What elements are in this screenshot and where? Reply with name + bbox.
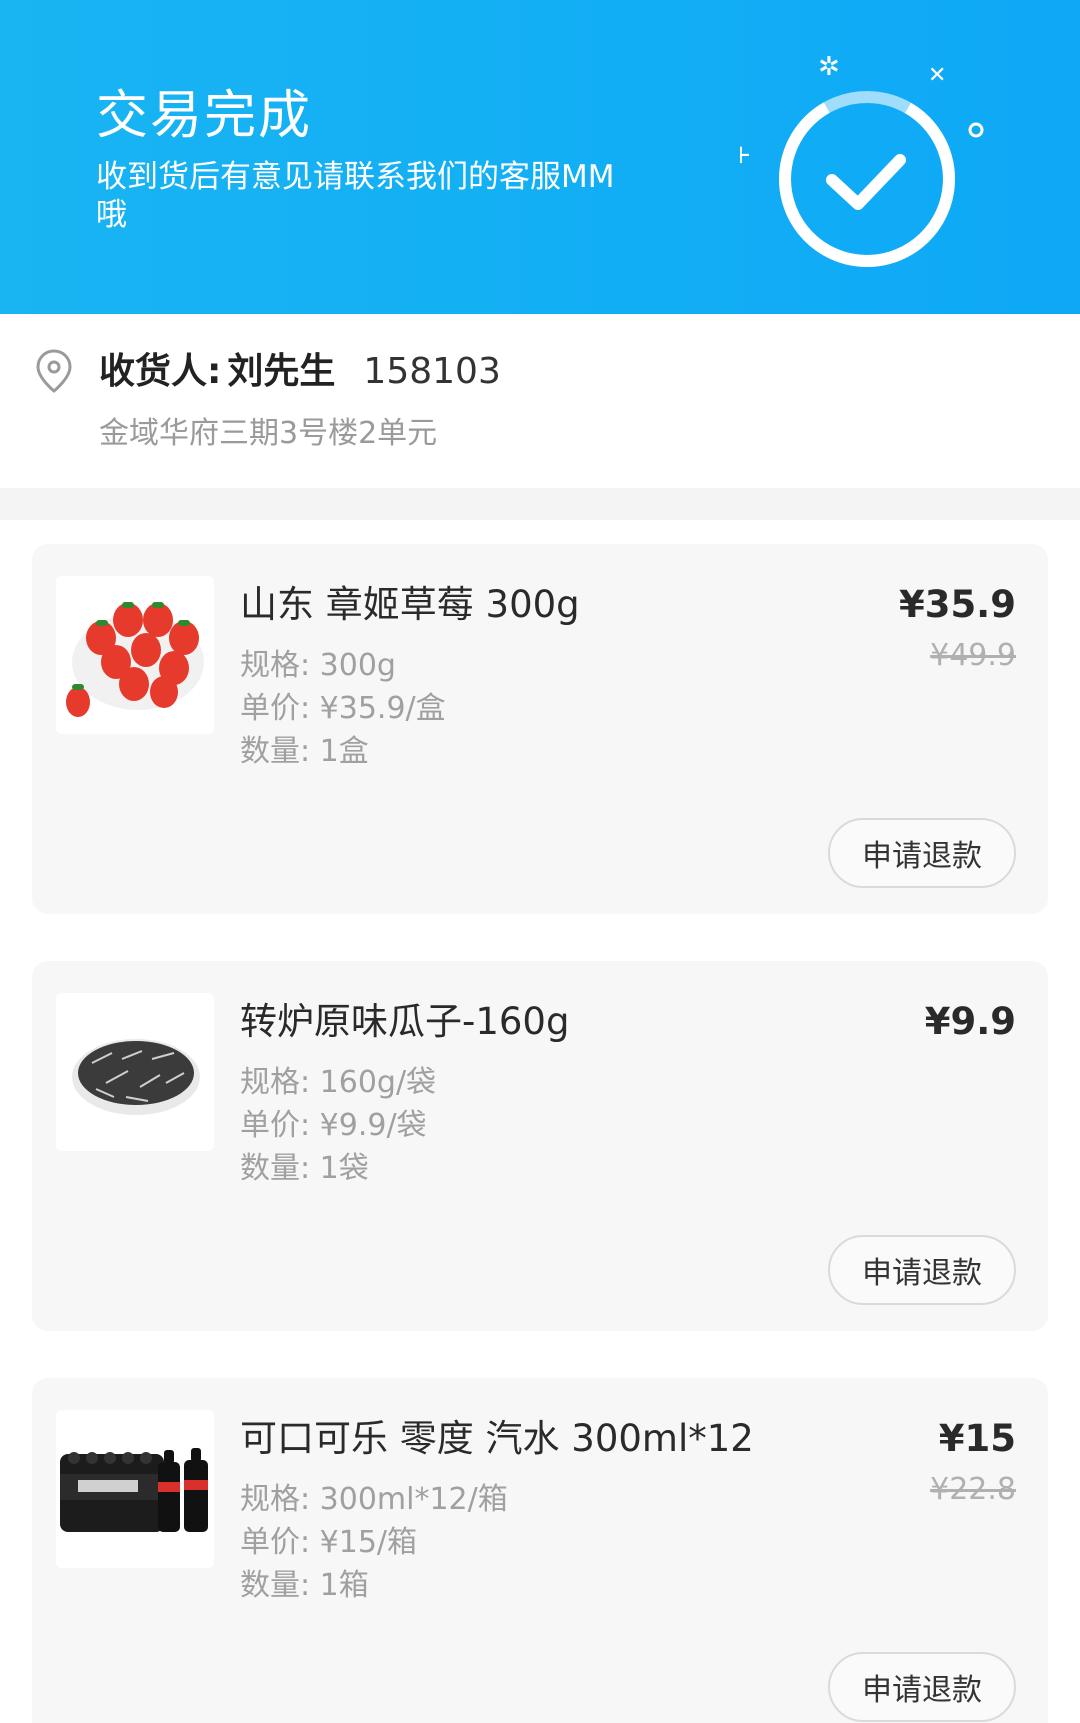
product-info: 规格: 300g 单价: ¥35.9/盒 数量: 1盒 [240,644,446,773]
product-original-price: ¥22.8 [930,1472,1016,1507]
product-list: 山东 章姬草莓 300g 规格: 300g 单价: ¥35.9/盒 数量: 1盒… [0,520,1080,1723]
product-info: 规格: 300ml*12/箱 单价: ¥15/箱 数量: 1箱 [240,1478,508,1607]
product-spec: 规格: 300g [240,648,396,683]
refund-button[interactable]: 申请退款 [828,1652,1016,1722]
svg-text:+: + [740,140,752,170]
product-price: ¥15 [938,1417,1016,1460]
product-spec: 规格: 160g/袋 [240,1065,437,1100]
receiver-line: 收货人: 刘先生 158103 [99,348,501,396]
shipping-address[interactable]: 收货人: 刘先生 158103 金域华府三期3号楼2单元 [0,314,1080,488]
product-price: ¥9.9 [924,1000,1016,1043]
address-detail: 金域华府三期3号楼2单元 [99,416,438,451]
receiver-phone: 158103 [363,351,501,392]
strawberry-image [56,576,214,734]
product-name: 转炉原味瓜子-160g [240,1000,570,1043]
product-name: 可口可乐 零度 汽水 300ml*12 [240,1417,754,1460]
product-price: ¥35.9 [898,583,1016,626]
product-card: 可口可乐 零度 汽水 300ml*12 规格: 300ml*12/箱 单价: ¥… [32,1378,1048,1723]
svg-text:✲: ✲ [818,52,840,82]
page-title: 交易完成 [96,86,313,146]
banner-subtitle: 收到货后有意见请联系我们的客服MM哦 [96,159,615,233]
product-name: 山东 章姬草莓 300g [240,583,580,626]
refund-button[interactable]: 申请退款 [828,818,1016,888]
status-banner: 交易完成 收到货后有意见请联系我们的客服MM哦 ✲ ✕ + [0,0,1080,314]
product-unit-price: 单价: ¥15/箱 [240,1525,418,1560]
location-pin-icon [34,348,74,394]
check-circle-icon: ✲ ✕ + [730,30,1000,290]
product-original-price: ¥49.9 [930,638,1016,673]
product-info: 规格: 160g/袋 单价: ¥9.9/袋 数量: 1袋 [240,1061,436,1190]
coke-zero-pack-image [56,1410,214,1568]
sunflower-seeds-image [56,993,214,1151]
product-spec: 规格: 300ml*12/箱 [240,1482,508,1517]
svg-text:✕: ✕ [928,63,946,88]
product-quantity: 数量: 1箱 [240,1568,369,1603]
product-unit-price: 单价: ¥35.9/盒 [240,691,446,726]
product-quantity: 数量: 1盒 [240,734,369,769]
product-card: 转炉原味瓜子-160g 规格: 160g/袋 单价: ¥9.9/袋 数量: 1袋… [32,961,1048,1331]
product-quantity: 数量: 1袋 [240,1151,369,1186]
receiver-label: 收货人: [99,351,222,392]
refund-button[interactable]: 申请退款 [828,1235,1016,1305]
product-card: 山东 章姬草莓 300g 规格: 300g 单价: ¥35.9/盒 数量: 1盒… [32,544,1048,914]
product-unit-price: 单价: ¥9.9/袋 [240,1108,427,1143]
receiver-name: 刘先生 [227,351,336,392]
